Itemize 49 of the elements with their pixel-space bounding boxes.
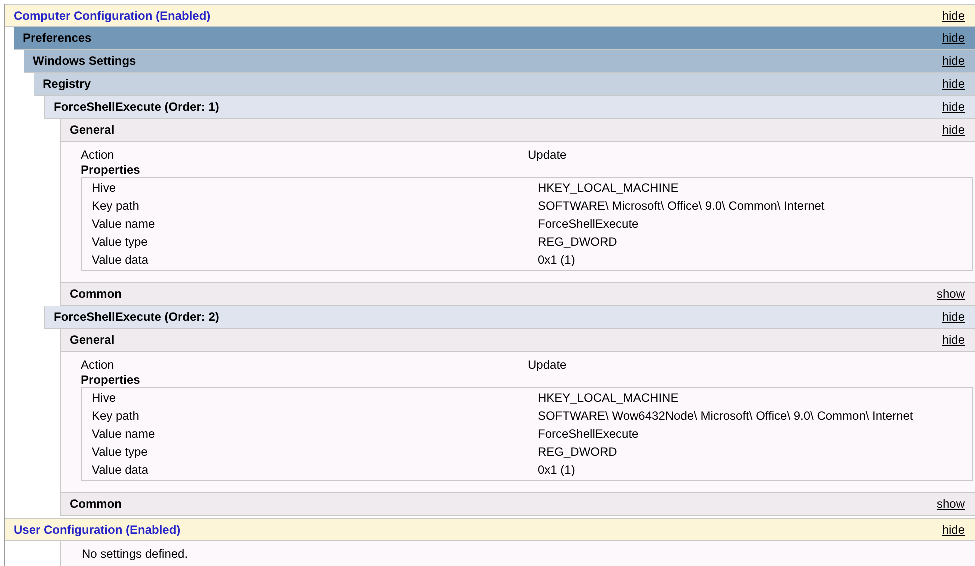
section-title: Registry: [43, 76, 92, 93]
section-title: Common: [70, 496, 122, 513]
property-name: Value type: [92, 234, 149, 251]
toggle-link[interactable]: show: [936, 495, 965, 513]
field-value: Update: [528, 356, 567, 374]
field-value: Update: [528, 146, 567, 164]
toggle-link[interactable]: hide: [942, 52, 965, 70]
toggle-link[interactable]: hide: [942, 308, 965, 326]
toggle-link[interactable]: hide: [942, 75, 965, 93]
properties-label: Properties: [81, 162, 140, 178]
section-title: General: [70, 332, 115, 349]
section-title: Windows Settings: [33, 53, 136, 70]
property-value: HKEY_LOCAL_MACHINE: [538, 390, 679, 407]
property-value: SOFTWARE\ Microsoft\ Office\ 9.0\ Common\ Internet: [538, 198, 825, 215]
property-name: Value data: [92, 252, 150, 269]
section-title: Computer Configuration (Enabled): [14, 8, 211, 24]
property-value: HKEY_LOCAL_MACHINE: [538, 180, 679, 197]
section-title: ForceShellExecute (Order: 1): [54, 99, 220, 116]
property-name: Value name: [92, 426, 156, 443]
property-value: ForceShellExecute: [538, 216, 639, 233]
property-value: SOFTWARE\ Wow6432Node\ Microsoft\ Office\ 9.0\ Common\ Internet: [538, 408, 914, 425]
property-value: 0x1 (1): [538, 252, 576, 269]
toggle-link[interactable]: hide: [942, 331, 965, 349]
property-name: Value type: [92, 444, 149, 461]
property-name: Value data: [92, 462, 150, 479]
toggle-link[interactable]: show: [936, 285, 965, 303]
section-title: User Configuration (Enabled): [14, 522, 181, 538]
property-value: 0x1 (1): [538, 462, 576, 479]
toggle-link[interactable]: hide: [942, 6, 965, 24]
property-name: Hive: [92, 390, 118, 407]
property-name: Hive: [92, 180, 118, 197]
section-title: General: [70, 122, 115, 139]
property-value: ForceShellExecute: [538, 426, 639, 443]
property-name: Key path: [92, 408, 140, 425]
properties-label: Properties: [81, 372, 140, 388]
property-name: Key path: [92, 198, 140, 215]
toggle-link[interactable]: hide: [942, 29, 965, 47]
toggle-link[interactable]: hide: [942, 520, 965, 538]
section-title: Common: [70, 286, 122, 303]
empty-message: No settings defined.: [82, 547, 188, 561]
toggle-link[interactable]: hide: [942, 121, 965, 139]
toggle-link[interactable]: hide: [942, 98, 965, 116]
field-label: Action: [81, 356, 116, 374]
section-title: Preferences: [23, 30, 92, 47]
property-value: REG_DWORD: [538, 234, 618, 251]
field-label: Action: [81, 146, 116, 164]
property-value: REG_DWORD: [538, 444, 618, 461]
section-title: ForceShellExecute (Order: 2): [54, 309, 220, 326]
property-name: Value name: [92, 216, 156, 233]
